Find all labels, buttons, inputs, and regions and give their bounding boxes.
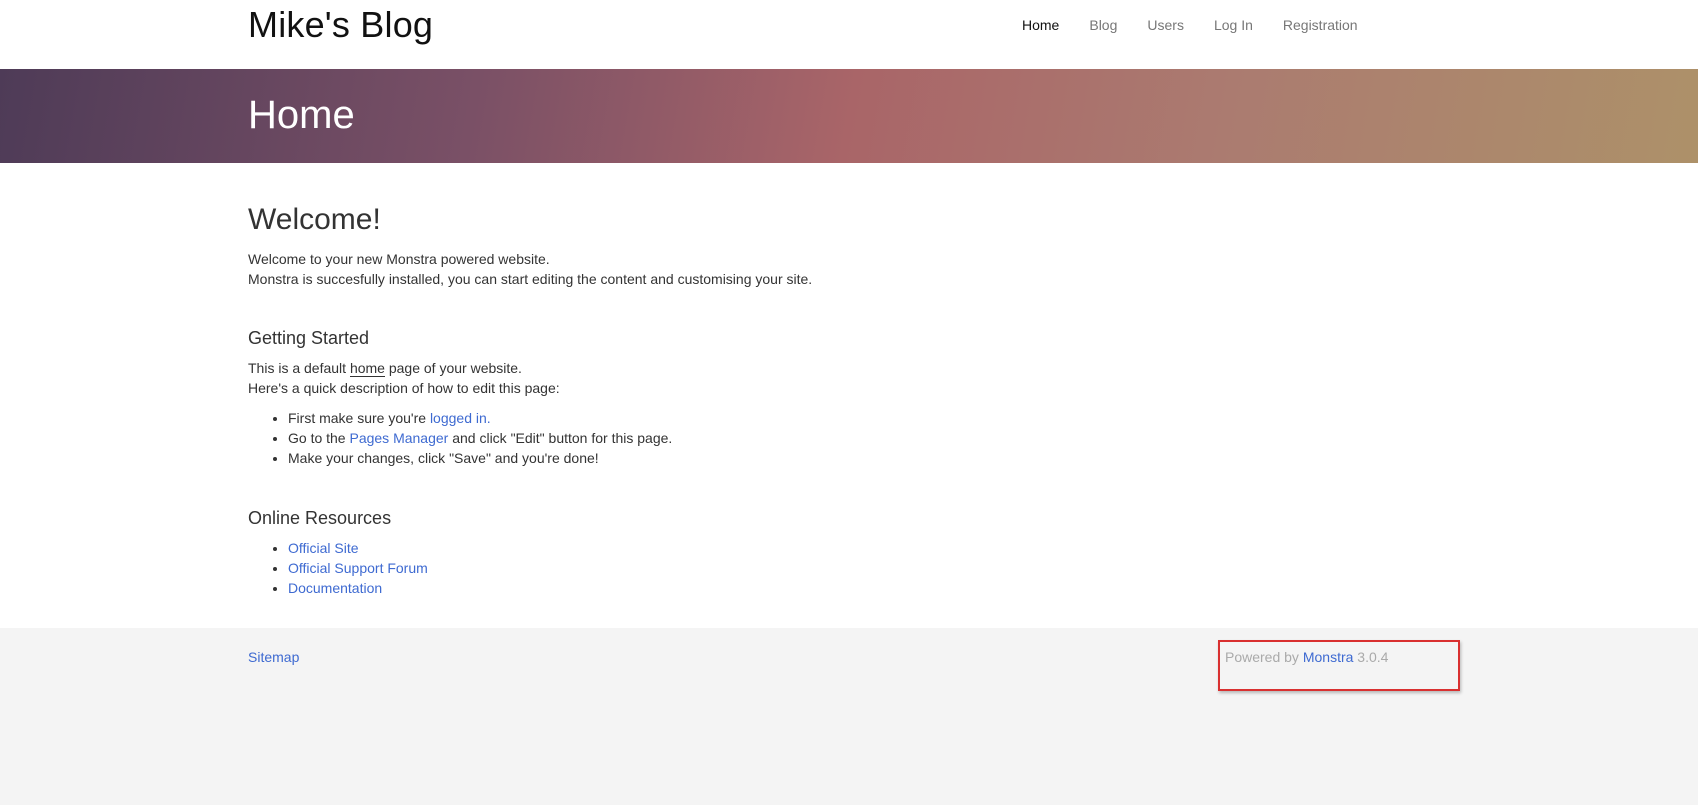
documentation-link[interactable]: Documentation xyxy=(288,580,382,596)
monstra-link[interactable]: Monstra xyxy=(1303,649,1354,665)
pages-manager-link[interactable]: Pages Manager xyxy=(349,430,448,446)
page-title: Home xyxy=(248,93,355,137)
welcome-heading: Welcome! xyxy=(248,203,381,236)
top-navbar: Mike's Blog Home Blog Users Log In Regis… xyxy=(0,0,1698,69)
step-2-text-post: and click "Edit" button for this page. xyxy=(448,430,673,446)
getting-started-text-1: This is a default home page of your webs… xyxy=(248,358,522,378)
home-link[interactable]: home xyxy=(349,360,385,377)
main-nav: Home Blog Users Log In Registration xyxy=(1022,17,1388,33)
site-footer: Sitemap Powered by Monstra 3.0.4 xyxy=(0,628,1698,805)
gs-text-pre: This is a default xyxy=(248,360,350,376)
nav-blog[interactable]: Blog xyxy=(1089,17,1117,33)
official-site-link[interactable]: Official Site xyxy=(288,540,359,556)
list-item: Documentation xyxy=(288,578,428,598)
getting-started-text-2: Here's a quick description of how to edi… xyxy=(248,380,560,396)
list-item: Official Support Forum xyxy=(288,558,428,578)
gs-text-post: page of your website. xyxy=(384,360,522,376)
version-text: 3.0.4 xyxy=(1353,649,1389,665)
steps-list: First make sure you're logged in. Go to … xyxy=(248,408,672,468)
list-item: Go to the Pages Manager and click "Edit"… xyxy=(288,428,672,448)
resources-list: Official Site Official Support Forum Doc… xyxy=(248,538,428,598)
main-content: Welcome! Welcome to your new Monstra pow… xyxy=(0,163,1698,628)
online-resources-heading: Online Resources xyxy=(248,508,392,528)
powered-by-text: Powered by xyxy=(1225,649,1303,665)
nav-home[interactable]: Home xyxy=(1022,17,1059,33)
list-item: First make sure you're logged in. xyxy=(288,408,672,428)
support-forum-link[interactable]: Official Support Forum xyxy=(288,560,428,576)
step-2-text-pre: Go to the xyxy=(288,430,350,446)
logged-in-link[interactable]: logged in. xyxy=(430,410,491,426)
welcome-text-2: Monstra is succesfully installed, you ca… xyxy=(248,271,813,287)
list-item: Official Site xyxy=(288,538,428,558)
step-1-text: First make sure you're xyxy=(288,410,430,426)
sitemap-link[interactable]: Sitemap xyxy=(248,649,299,665)
getting-started-heading: Getting Started xyxy=(248,328,370,348)
nav-registration[interactable]: Registration xyxy=(1283,17,1358,33)
site-brand-link[interactable]: Mike's Blog xyxy=(248,4,433,46)
nav-login[interactable]: Log In xyxy=(1214,17,1253,33)
list-item: Make your changes, click "Save" and you'… xyxy=(288,448,672,468)
page-hero-banner: Home xyxy=(0,69,1698,163)
step-3-text: Make your changes, click "Save" and you'… xyxy=(288,450,599,466)
powered-by-box: Powered by Monstra 3.0.4 xyxy=(1218,640,1460,691)
welcome-text-1: Welcome to your new Monstra powered webs… xyxy=(248,251,550,267)
nav-users[interactable]: Users xyxy=(1147,17,1184,33)
